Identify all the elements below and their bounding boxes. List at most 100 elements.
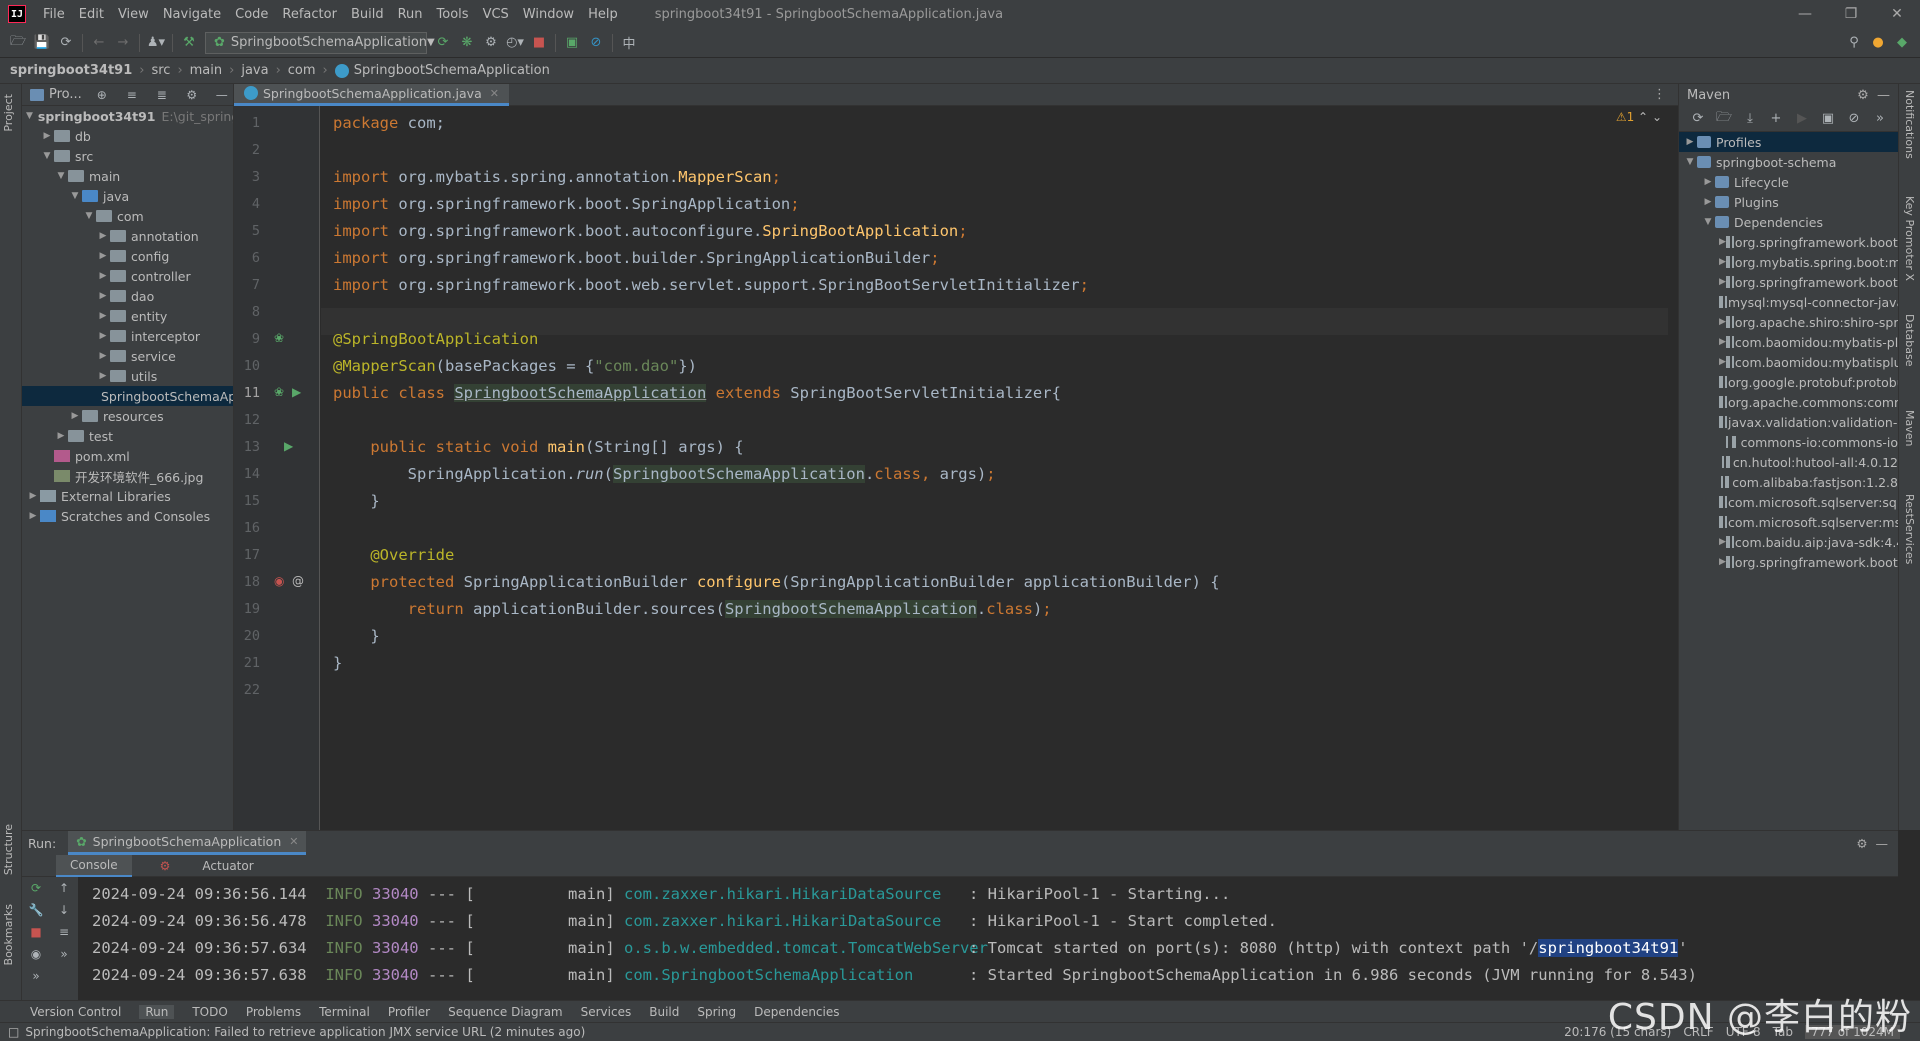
breadcrumb-class[interactable]: SpringbootSchemaApplication [354, 63, 550, 78]
jetbrains-icon[interactable]: ◆ [1890, 32, 1914, 54]
stop-icon[interactable]: ■ [527, 32, 551, 54]
chevron-right-icon[interactable]: ▶ [96, 371, 110, 381]
project-tree-item[interactable]: ▶ entity [22, 306, 233, 326]
menu-view[interactable]: View [111, 7, 156, 22]
at-sign-icon[interactable]: @ [292, 574, 304, 588]
maven-dependency-item[interactable]: ▶ com.baomidou:mybatis-plus [1679, 332, 1898, 352]
project-tree-item[interactable]: ▶ config [22, 246, 233, 266]
more-tabs-icon[interactable]: ⋮ [1653, 87, 1666, 102]
maven-profiles[interactable]: ▶ Profiles [1679, 132, 1898, 152]
menu-build[interactable]: Build [344, 7, 391, 22]
skip-tests-icon[interactable]: ⊘ [1841, 111, 1867, 126]
project-tree-item[interactable]: ▶ interceptor [22, 326, 233, 346]
forward-icon[interactable]: → [111, 32, 135, 54]
project-tree-item[interactable]: ▶ service [22, 346, 233, 366]
maven-dependency-item[interactable]: ▶ com.baidu.aip:java-sdk:4.4.1 [1679, 532, 1898, 552]
menu-run[interactable]: Run [391, 7, 430, 22]
close-tab-icon[interactable]: ✕ [289, 835, 298, 848]
stop-icon[interactable]: ■ [22, 921, 50, 943]
up-arrow-icon[interactable]: ↑ [50, 877, 78, 899]
more-icon[interactable]: » [50, 943, 78, 965]
project-tree-item[interactable]: ▶ utils [22, 366, 233, 386]
translate-icon[interactable]: 中 [617, 32, 641, 54]
project-tree-item[interactable]: ▶ dao [22, 286, 233, 306]
project-panel-title[interactable]: Pro... [49, 87, 82, 102]
minimize-button[interactable]: — [1782, 0, 1828, 28]
maven-dependency-item[interactable]: commons-io:commons-io [1679, 432, 1898, 452]
menu-edit[interactable]: Edit [72, 7, 111, 22]
rerun-icon[interactable]: ⟳ [431, 32, 455, 54]
chevron-down-icon[interactable]: ▼ [54, 171, 68, 181]
wrench-icon[interactable]: 🔧 [22, 899, 50, 921]
run-gutter-icon[interactable]: ▶ [292, 385, 301, 399]
maven-dependency-item[interactable]: org.google.protobuf:protobuf-java [1679, 372, 1898, 392]
menu-window[interactable]: Window [516, 7, 581, 22]
chevron-right-icon[interactable]: ▶ [26, 511, 40, 521]
project-tree-item[interactable]: ▼ springboot34t91 E:\git_spring [22, 106, 233, 126]
chevron-right-icon[interactable]: ▶ [96, 251, 110, 261]
reload-icon[interactable]: ⟳ [1685, 111, 1711, 126]
chevron-right-icon[interactable]: ▶ [96, 331, 110, 341]
menu-code[interactable]: Code [228, 7, 275, 22]
breadcrumb-com[interactable]: com [288, 63, 316, 78]
inspection-widget[interactable]: ⚠1 ⌃ ⌄ [1616, 110, 1662, 124]
chevron-down-icon[interactable]: ▼ [26, 111, 33, 121]
side-tab-restservices[interactable]: RestServices [1903, 494, 1916, 564]
tab-console[interactable]: Console [56, 854, 132, 877]
chevron-right-icon[interactable]: ▶ [96, 231, 110, 241]
maven-dependency-item[interactable]: com.alibaba:fastjson:1.2.8 [1679, 472, 1898, 492]
side-tab-bookmarks[interactable]: Bookmarks [2, 904, 15, 965]
maven-project[interactable]: ▼ springboot-schema [1679, 152, 1898, 172]
breadcrumb-main[interactable]: main [190, 63, 222, 78]
project-tree-item[interactable]: ▶ db [22, 126, 233, 146]
maven-dependency-item[interactable]: com.microsoft.sqlserver:sqljdbc4 [1679, 492, 1898, 512]
collapse-all-icon[interactable]: ≣ [152, 88, 172, 102]
side-tab-database[interactable]: Database [1903, 314, 1916, 367]
status-message[interactable]: SpringbootSchemaApplication: Failed to r… [25, 1025, 585, 1039]
chevron-right-icon[interactable]: ▶ [40, 131, 54, 141]
menu-navigate[interactable]: Navigate [156, 7, 228, 22]
maven-dependency-item[interactable]: org.apache.commons:commons-lang3 [1679, 392, 1898, 412]
gear-icon[interactable]: ⚙ — [1856, 836, 1888, 851]
console-output[interactable]: 2024-09-24 09:36:56.144 INFO 33040 --- [… [92, 881, 1858, 1011]
override-icon[interactable]: ◉ [274, 574, 284, 588]
log-logger[interactable]: o.s.b.w.embedded.tomcat.TomcatWebServer [624, 935, 988, 962]
down-arrow-icon[interactable]: ↓ [50, 899, 78, 921]
side-tab-key-promoter[interactable]: Key Promoter X [1903, 196, 1916, 281]
chevron-right-icon[interactable]: ▶ [96, 311, 110, 321]
project-tree-item[interactable]: ▶ External Libraries [22, 486, 233, 506]
update-icon[interactable]: ● [1866, 32, 1890, 54]
code-text[interactable]: package com; import org.mybatis.spring.a… [321, 106, 1668, 830]
restore-button[interactable]: ❐ [1828, 0, 1874, 28]
rerun-icon[interactable]: ⟳ [22, 877, 50, 899]
project-tree-item[interactable]: ▶ controller [22, 266, 233, 286]
project-tree-item[interactable]: ▶ resources [22, 406, 233, 426]
more-icon[interactable]: » [1867, 111, 1893, 126]
tab-todo[interactable]: TODO [192, 1005, 227, 1019]
maven-dependency-item[interactable]: cn.hutool:hutool-all:4.0.12 [1679, 452, 1898, 472]
chevron-right-icon[interactable]: ▶ [96, 291, 110, 301]
tab-problems[interactable]: Problems [246, 1005, 301, 1019]
toggle-offline-icon[interactable]: ▣ [1815, 111, 1841, 126]
run-configuration-select[interactable]: ✿ SpringbootSchemaApplication ▼ [205, 31, 435, 54]
breadcrumb-java[interactable]: java [241, 63, 268, 78]
run-gutter-icon[interactable]: ▶ [284, 439, 293, 453]
menu-file[interactable]: File [36, 7, 72, 22]
editor-tab-active[interactable]: SpringbootSchemaApplication.java ✕ [234, 83, 509, 106]
sync-icon[interactable]: ⟳ [54, 32, 78, 54]
run-icon[interactable]: ▶ [1789, 111, 1815, 126]
project-tree-item[interactable]: ▶ test [22, 426, 233, 446]
menu-vcs[interactable]: VCS [476, 7, 516, 22]
no-icon[interactable]: ⊘ [584, 32, 608, 54]
project-tree-item[interactable]: ▼ main [22, 166, 233, 186]
maven-dependency-item[interactable]: ▶ org.apache.shiro:shiro-spring [1679, 312, 1898, 332]
structure-icon[interactable]: ▣ [560, 32, 584, 54]
build-hammer-icon[interactable]: ⚒ [177, 32, 201, 54]
log-logger[interactable]: com.zaxxer.hikari.HikariDataSource [624, 881, 969, 908]
gear-icon[interactable]: ⚙ — [1857, 88, 1890, 103]
side-tab-project[interactable]: Project [2, 94, 15, 132]
maven-dependency-item[interactable]: ▶ com.baomidou:mybatisplus-spring-boot-st… [1679, 352, 1898, 372]
chevron-down-icon[interactable]: ▼ [40, 151, 54, 161]
project-tree-item[interactable]: ▼ com [22, 206, 233, 226]
tab-run[interactable]: Run [139, 1004, 175, 1019]
